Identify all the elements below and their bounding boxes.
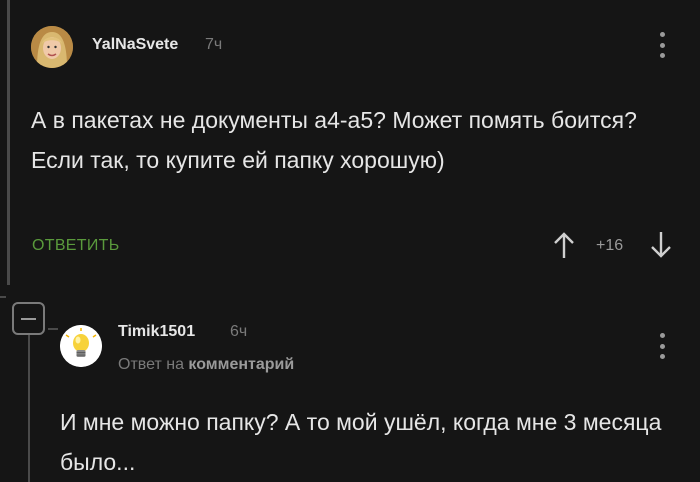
avatar[interactable] — [31, 26, 73, 68]
kebab-icon[interactable] — [659, 32, 665, 58]
reply-to-prefix: Ответ на — [118, 356, 184, 373]
comment-text: И мне можно папку? А то мой ушёл, когда … — [60, 409, 662, 475]
reply-to-line: Ответ на комментарий — [118, 356, 294, 374]
rating-count: +16 — [596, 237, 624, 254]
username[interactable]: YalNaSvete — [92, 36, 178, 54]
timestamp: 6ч — [230, 323, 248, 340]
kebab-icon[interactable] — [659, 333, 665, 359]
timestamp: 7ч — [205, 36, 223, 53]
comment-text: А в пакетах не документы а4-а5? Может по… — [31, 107, 637, 173]
username[interactable]: Timik1501 — [118, 323, 195, 341]
collapse-button[interactable] — [12, 302, 45, 335]
thread-line — [28, 334, 30, 482]
reply-button[interactable]: ОТВЕТИТЬ — [32, 237, 120, 255]
thread-connector — [48, 328, 58, 330]
avatar[interactable] — [60, 325, 102, 367]
thread-line — [7, 0, 10, 285]
comments-page: YalNaSvete 7ч А в пакетах не документы а… — [0, 0, 700, 482]
arrow-up-icon[interactable] — [553, 231, 575, 264]
arrow-down-icon[interactable] — [650, 231, 672, 264]
minus-icon — [21, 317, 36, 320]
reply-to-link[interactable]: комментарий — [188, 356, 294, 373]
thread-connector — [0, 296, 6, 298]
